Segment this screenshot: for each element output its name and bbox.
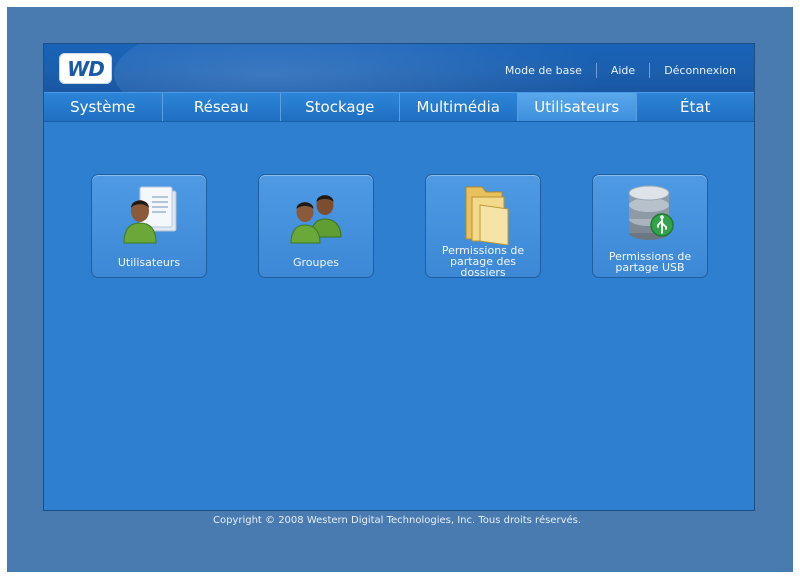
users-tile[interactable]: Utilisateurs <box>91 174 207 278</box>
tile-label: Permissions de partage USB <box>608 250 692 274</box>
tab-utilisateurs[interactable]: Utilisateurs <box>518 93 637 121</box>
tab-multimedia[interactable]: Multimédia <box>400 93 518 121</box>
folder-icon <box>465 186 509 245</box>
link-separator <box>595 63 597 78</box>
link-separator <box>649 63 651 78</box>
help-link[interactable]: Aide <box>611 64 635 77</box>
header-bar: WD Mode de base Aide Déconnexion <box>44 44 754 92</box>
footer-copyright: Copyright © 2008 Western Digital Technol… <box>212 515 582 526</box>
logout-link[interactable]: Déconnexion <box>664 64 736 77</box>
tile-label: Permissions de partage des dossiers <box>441 244 525 279</box>
folder-permissions-tile[interactable]: Permissions de partage des dossiers <box>425 174 541 278</box>
tab-stockage[interactable]: Stockage <box>281 93 400 121</box>
groups-tile[interactable]: Groupes <box>258 174 374 278</box>
tab-systeme[interactable]: Système <box>44 93 163 121</box>
basic-mode-link[interactable]: Mode de base <box>505 64 582 77</box>
main-panel: WD Mode de base Aide Déconnexion Système… <box>43 43 755 511</box>
user-card-icon <box>123 186 177 244</box>
top-links: Mode de base Aide Déconnexion <box>505 63 736 78</box>
usb-drive-icon <box>628 185 674 240</box>
logo-text: WD <box>67 56 105 81</box>
wd-logo[interactable]: WD <box>59 53 112 84</box>
usb-permissions-tile[interactable]: Permissions de partage USB <box>592 174 708 278</box>
main-nav-tabs: Système Réseau Stockage Multimédia Utili… <box>44 92 754 122</box>
tile-label: Utilisateurs <box>117 256 181 269</box>
tile-label: Groupes <box>293 256 339 269</box>
group-icon <box>290 195 342 244</box>
tab-reseau[interactable]: Réseau <box>163 93 281 121</box>
tab-etat[interactable]: État <box>637 93 755 121</box>
